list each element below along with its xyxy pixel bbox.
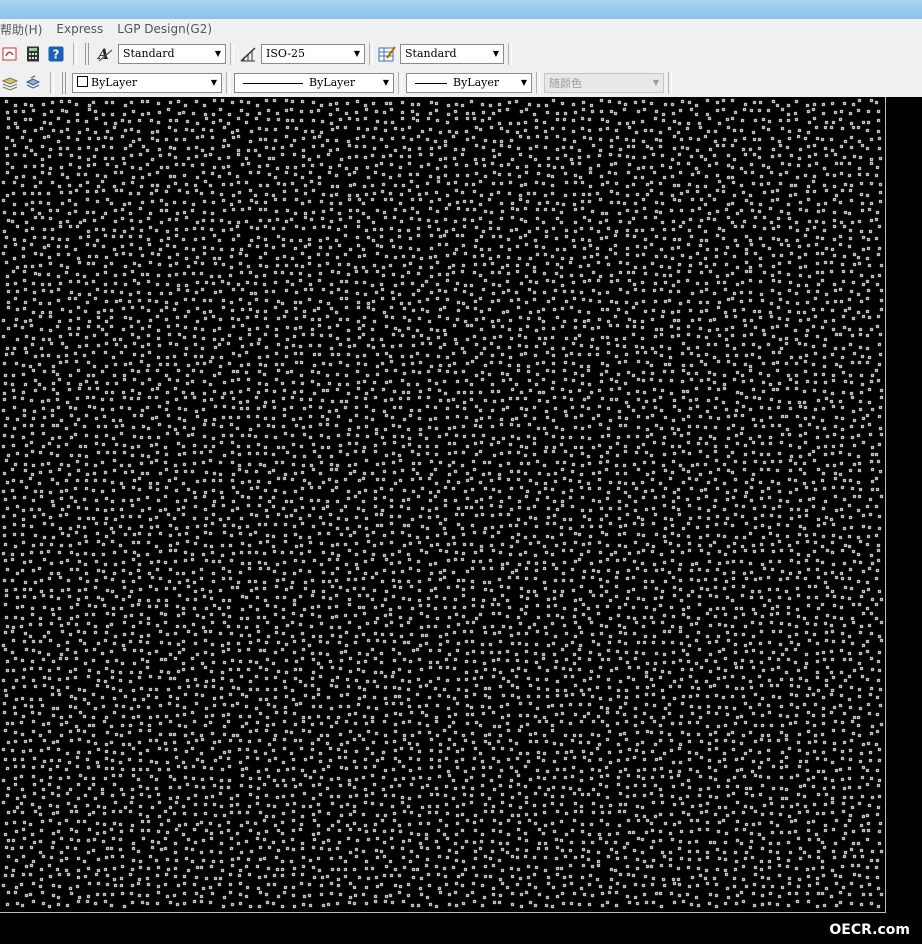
toolbar-separator	[536, 71, 540, 94]
toolbar-separator	[398, 71, 402, 94]
chevron-down-icon: ▼	[520, 78, 528, 87]
point-cloud-pattern	[0, 97, 885, 912]
chevron-down-icon: ▼	[382, 78, 390, 87]
chevron-down-icon: ▼	[652, 78, 660, 87]
color-swatch	[77, 76, 88, 87]
menu-bar: 帮助(H) Express LGP Design(G2)	[0, 19, 922, 39]
dimension-style-value: ISO-25	[266, 47, 306, 60]
toolbar-separator	[73, 42, 77, 65]
right-dark-strip	[886, 97, 922, 912]
lineweight-select[interactable]: ByLayer ▼	[406, 72, 532, 93]
chevron-down-icon: ▼	[214, 49, 222, 58]
watermark: OECR.com	[829, 922, 910, 938]
calculator-icon[interactable]	[23, 44, 43, 64]
layer-states-icon[interactable]	[23, 73, 43, 93]
pdf-icon[interactable]	[0, 44, 20, 64]
toolbar-separator	[226, 71, 230, 94]
lineweight-sample	[415, 82, 447, 84]
menu-help[interactable]: 帮助(H)	[0, 21, 49, 38]
chevron-down-icon: ▼	[210, 78, 218, 87]
linetype-value: ByLayer	[309, 76, 356, 89]
toolbar-grip[interactable]	[62, 71, 68, 94]
svg-text:?: ?	[53, 47, 60, 61]
toolbar-separator	[668, 71, 672, 94]
window-title-bar	[0, 0, 922, 19]
menu-lgp-design[interactable]: LGP Design(G2)	[110, 22, 219, 36]
text-style-icon[interactable]: A	[95, 44, 115, 64]
text-style-value: Standard	[123, 47, 175, 60]
drawing-canvas[interactable]	[0, 97, 886, 913]
toolbar-separator	[369, 42, 373, 65]
text-style-select[interactable]: Standard ▼	[118, 43, 226, 64]
linetype-sample	[243, 82, 303, 84]
chevron-down-icon: ▼	[353, 49, 361, 58]
table-style-value: Standard	[405, 47, 457, 60]
help-icon[interactable]: ?	[46, 44, 66, 64]
color-control-select[interactable]: ByLayer ▼	[72, 72, 222, 93]
table-style-select[interactable]: Standard ▼	[400, 43, 504, 64]
linetype-select[interactable]: ByLayer ▼	[234, 72, 394, 93]
color-control-value: ByLayer	[91, 76, 138, 89]
bottom-dark-strip: OECR.com	[0, 913, 922, 944]
table-style-icon[interactable]	[377, 44, 397, 64]
toolbar-separator	[50, 71, 54, 94]
chevron-down-icon: ▼	[492, 49, 500, 58]
toolbar-separator	[508, 42, 512, 65]
toolbar-grip[interactable]	[85, 42, 91, 65]
lineweight-value: ByLayer	[453, 76, 500, 89]
properties-toolbar: ByLayer ▼ ByLayer ▼ ByLayer ▼ 随颜色 ▼	[0, 68, 922, 98]
toolbar-separator	[230, 42, 234, 65]
svg-text:A: A	[96, 47, 109, 63]
menu-express[interactable]: Express	[49, 22, 110, 36]
plot-style-select: 随颜色 ▼	[544, 72, 664, 93]
dimension-style-icon[interactable]	[238, 44, 258, 64]
plot-style-value: 随颜色	[549, 76, 582, 90]
styles-toolbar: ? A Standard ▼ ISO-25 ▼ Standard ▼	[0, 39, 922, 69]
dimension-style-select[interactable]: ISO-25 ▼	[261, 43, 365, 64]
layers-icon[interactable]	[0, 73, 20, 93]
